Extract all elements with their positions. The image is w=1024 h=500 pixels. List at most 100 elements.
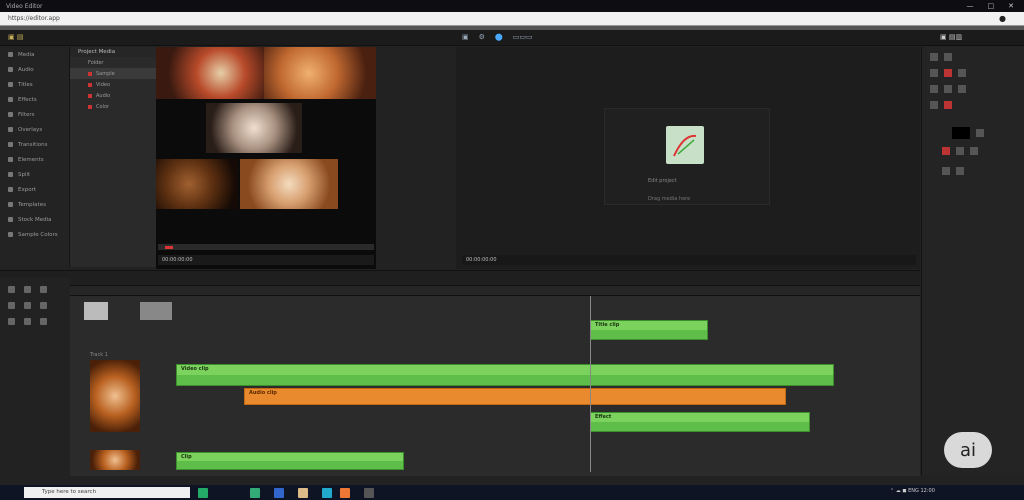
nav-item-media[interactable]: Media xyxy=(0,47,69,62)
prop-row[interactable] xyxy=(930,53,952,61)
snapshot-icon[interactable]: ▣ xyxy=(462,33,469,41)
playhead[interactable] xyxy=(590,296,591,472)
minimize-button[interactable]: — xyxy=(967,2,974,10)
bin-item[interactable]: Audio xyxy=(70,90,156,101)
nav-item-audio[interactable]: Audio xyxy=(0,62,69,77)
bin-item[interactable]: Folder xyxy=(70,57,156,68)
video-icon xyxy=(88,82,92,87)
split-tool-icon[interactable] xyxy=(8,318,15,325)
nav-item-titles[interactable]: Titles xyxy=(0,77,69,92)
thumbnail[interactable] xyxy=(156,47,264,99)
color-icon xyxy=(88,104,92,109)
export-icon[interactable]: ▣ ▤▥ xyxy=(940,33,962,41)
timeline-clip[interactable]: Title clip xyxy=(590,320,708,340)
timeline-clip[interactable]: Audio clip xyxy=(244,388,786,405)
nav-label: Sample Colors xyxy=(18,231,58,238)
system-tray[interactable]: ⌃ ☁ ◼ ENG 12:00 xyxy=(890,488,935,494)
clip-label: Video clip xyxy=(181,366,209,372)
color-swatch-row[interactable] xyxy=(952,127,984,139)
elements-icon xyxy=(8,157,13,162)
titles-icon xyxy=(8,82,13,87)
clip-thumbnail[interactable] xyxy=(84,302,108,320)
audio-tool-icon[interactable] xyxy=(40,318,47,325)
prop-row[interactable] xyxy=(942,147,978,155)
prop-icon xyxy=(956,167,964,175)
nav-label: Titles xyxy=(18,81,33,88)
nav-item-filters[interactable]: Filters xyxy=(0,107,69,122)
thumbnail[interactable] xyxy=(206,103,302,153)
clip-thumbnail[interactable] xyxy=(140,302,172,320)
prop-icon xyxy=(956,147,964,155)
prop-row[interactable] xyxy=(930,101,952,109)
colors-icon xyxy=(8,232,13,237)
settings-icon[interactable]: ⚙ xyxy=(479,33,485,41)
nav-item-effects[interactable]: Effects xyxy=(0,92,69,107)
toolbar-right[interactable]: ▣ ▤▥ xyxy=(940,33,962,41)
thumbnail[interactable] xyxy=(240,159,338,209)
clip-fill xyxy=(591,413,809,422)
tray-text: ⌃ ☁ ◼ ENG 12:00 xyxy=(890,488,935,494)
nav-label: Overlays xyxy=(18,126,43,133)
prop-icon xyxy=(958,85,966,93)
clip-thumbnail[interactable] xyxy=(90,450,140,470)
trim-tool-icon[interactable] xyxy=(40,286,47,293)
thumbnail[interactable] xyxy=(264,47,376,99)
scrub-marker[interactable] xyxy=(165,246,173,249)
zoom-tool-icon[interactable] xyxy=(8,302,15,309)
taskbar-search[interactable]: Type here to search xyxy=(24,487,190,498)
app-icon[interactable] xyxy=(250,488,260,498)
toolbar-left[interactable]: ▣ ▤ xyxy=(8,33,23,41)
record-icon[interactable]: ⬤ xyxy=(495,33,503,41)
nav-label: Filters xyxy=(18,111,35,118)
media-icon xyxy=(8,52,13,57)
select-tool-icon[interactable] xyxy=(8,286,15,293)
nav-item-colors[interactable]: Sample Colors xyxy=(0,227,69,242)
bin-item[interactable]: Sample xyxy=(70,68,156,79)
templates-icon xyxy=(8,202,13,207)
nav-item-export[interactable]: Export xyxy=(0,182,69,197)
layout-icon[interactable]: ▭▭▭ xyxy=(513,33,533,41)
app-icon[interactable] xyxy=(274,488,284,498)
marker-tool-icon[interactable] xyxy=(24,318,31,325)
snap-tool-icon[interactable] xyxy=(40,302,47,309)
prop-row[interactable] xyxy=(930,85,966,93)
menu-icon[interactable]: ● xyxy=(999,14,1006,23)
app-icon[interactable] xyxy=(198,488,208,498)
nav-item-elements[interactable]: Elements xyxy=(0,152,69,167)
address-bar[interactable]: https://editor.app ● xyxy=(0,12,1024,26)
color-swatch[interactable] xyxy=(952,127,970,139)
prop-icon xyxy=(944,101,952,109)
nav-item-templates[interactable]: Templates xyxy=(0,197,69,212)
bin-label: Color xyxy=(96,103,110,110)
timeline-clip[interactable]: Video clip xyxy=(176,364,834,386)
clip-thumbnail[interactable] xyxy=(90,360,140,432)
app-icon[interactable] xyxy=(364,488,374,498)
timeline-clip[interactable]: Clip xyxy=(176,452,404,470)
close-button[interactable]: ✕ xyxy=(1008,2,1014,10)
prop-icon xyxy=(942,167,950,175)
app-icon[interactable] xyxy=(322,488,332,498)
prop-icon xyxy=(944,69,952,77)
cut-tool-icon[interactable] xyxy=(24,286,31,293)
hand-tool-icon[interactable] xyxy=(24,302,31,309)
track-header: Track 1 xyxy=(70,350,176,360)
timeline-ruler[interactable] xyxy=(70,286,920,296)
bin-item[interactable]: Video xyxy=(70,79,156,90)
nav-item-transitions[interactable]: Transitions xyxy=(0,137,69,152)
nav-item-split[interactable]: Split xyxy=(0,167,69,182)
nav-item-overlays[interactable]: Overlays xyxy=(0,122,69,137)
bin-item[interactable]: Color xyxy=(70,101,156,112)
app-icon[interactable] xyxy=(298,488,308,498)
prop-row[interactable] xyxy=(942,167,964,175)
prop-row[interactable] xyxy=(930,69,966,77)
media-bin: Project Media Folder Sample Video Audio … xyxy=(70,47,156,267)
maximize-button[interactable]: □ xyxy=(988,2,995,10)
nav-item-stock[interactable]: Stock Media xyxy=(0,212,69,227)
thumbnail[interactable] xyxy=(156,159,238,209)
preview-controls: 00:00:00:00 xyxy=(462,255,916,265)
thumb-scrubber[interactable] xyxy=(158,244,374,250)
bin-label: Audio xyxy=(96,92,111,99)
file-menu-icon[interactable]: ▣ ▤ xyxy=(8,33,23,41)
app-icon[interactable] xyxy=(340,488,350,498)
timeline-clip[interactable]: Effect xyxy=(590,412,810,432)
